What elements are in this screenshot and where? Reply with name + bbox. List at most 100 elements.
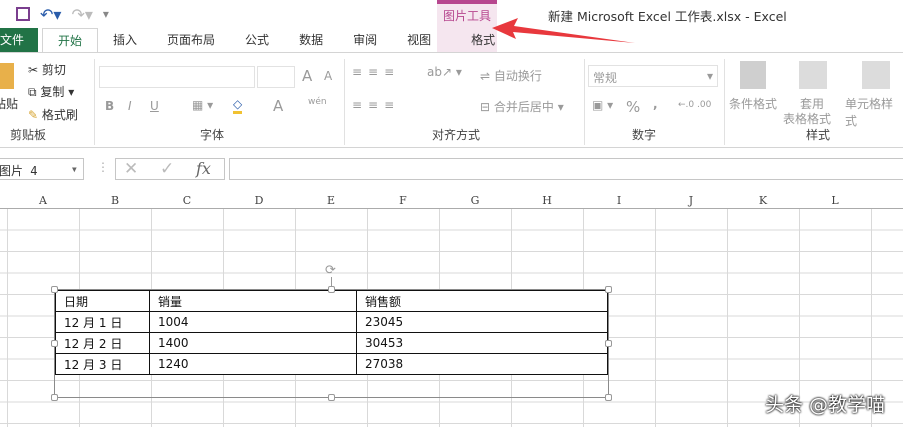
undo-icon[interactable]: ↶▾: [40, 5, 61, 24]
resize-handle[interactable]: [51, 394, 58, 401]
shrink-font-button[interactable]: A: [324, 69, 332, 83]
column-header[interactable]: G: [439, 194, 511, 207]
resize-handle[interactable]: [605, 340, 612, 347]
rotate-handle-icon[interactable]: ⟳: [325, 263, 336, 278]
cut-button[interactable]: ✂ 剪切: [28, 61, 66, 78]
resize-handle[interactable]: [51, 286, 58, 293]
phonetic-button[interactable]: wén: [308, 97, 327, 107]
font-size-dropdown[interactable]: [257, 66, 295, 88]
column-header[interactable]: D: [223, 194, 295, 207]
table-row: 12 月 2 日 1400 30453: [55, 332, 608, 354]
cell: 23045: [356, 311, 608, 333]
table-header-row: 日期 销量 销售额: [55, 290, 608, 312]
tab-page-layout[interactable]: 页面布局: [152, 28, 230, 53]
tab-format[interactable]: 格式: [456, 28, 510, 53]
merge-center-button[interactable]: ⊟ 合并后居中 ▾: [480, 98, 564, 115]
styles-group-label: 样式: [806, 128, 831, 142]
resize-handle[interactable]: [605, 394, 612, 401]
red-arrow-annotation: [492, 18, 635, 43]
bold-button[interactable]: B: [105, 99, 114, 113]
font-group-label: 字体: [200, 128, 225, 142]
conditional-format-button[interactable]: 条件格式: [729, 95, 777, 112]
table-row: 12 月 3 日 1240 27038: [55, 353, 608, 375]
paste-button[interactable]: 粘贴: [0, 95, 18, 112]
paste-icon: [0, 63, 14, 89]
copy-button[interactable]: ⧉ 复制 ▾: [28, 83, 74, 100]
scissors-icon: ✂: [28, 63, 39, 77]
formula-input[interactable]: [229, 158, 903, 180]
insert-function-button[interactable]: fx: [196, 159, 211, 178]
header-cell: 销售额: [356, 290, 608, 312]
resize-handle[interactable]: [605, 286, 612, 293]
tab-view[interactable]: 视图: [392, 28, 446, 53]
underline-button[interactable]: U: [150, 99, 159, 113]
table-format-button-line2[interactable]: 表格格式: [783, 110, 831, 127]
italic-button[interactable]: I: [128, 99, 132, 113]
cell: 1240: [149, 353, 357, 375]
cell-styles-button[interactable]: 单元格样式: [845, 95, 903, 129]
cell: 30453: [356, 332, 608, 354]
cell: 27038: [356, 353, 608, 375]
column-header[interactable]: I: [583, 194, 655, 207]
tab-review[interactable]: 审阅: [338, 28, 392, 53]
formula-bar-row: 图片 4 ▾ ⋮ ✕ ✓ fx: [0, 156, 903, 182]
cell-styles-icon: [862, 61, 890, 89]
column-headers: A B C D E F G H I J K L: [0, 193, 903, 209]
currency-button[interactable]: ▣ ▾: [592, 98, 613, 112]
resize-handle[interactable]: [328, 286, 335, 293]
context-group-label: 图片工具: [442, 9, 491, 23]
border-button[interactable]: ▦ ▾: [192, 98, 213, 112]
table-row: 12 月 1 日 1004 23045: [55, 311, 608, 333]
column-header[interactable]: J: [655, 194, 727, 207]
column-header[interactable]: F: [367, 194, 439, 207]
font-color-button[interactable]: A: [273, 97, 283, 115]
grow-font-button[interactable]: A: [302, 67, 312, 85]
alignment-group-label: 对齐方式: [432, 128, 481, 142]
cell: 12 月 2 日: [55, 332, 150, 354]
cell: 12 月 1 日: [55, 311, 150, 333]
comma-button[interactable]: ,: [653, 97, 658, 111]
picture-table: 日期 销量 销售额 12 月 1 日 1004 23045 12 月 2 日 1400 30…: [55, 290, 608, 375]
align-left-icons[interactable]: ≡≡≡: [352, 98, 400, 112]
redo-icon[interactable]: ↷▾: [71, 5, 92, 24]
column-header[interactable]: B: [79, 194, 151, 207]
brush-icon: ✎: [28, 108, 39, 122]
format-painter-button[interactable]: ✎ 格式刷: [28, 106, 78, 123]
align-top-icons[interactable]: ≡≡≡: [352, 65, 400, 79]
formula-buttons: ✕ ✓ fx: [115, 158, 225, 180]
font-name-dropdown[interactable]: [99, 66, 255, 88]
table-format-icon: [799, 61, 827, 89]
wrap-text-button[interactable]: ⇌ 自动换行: [480, 67, 542, 84]
column-header[interactable]: A: [7, 194, 79, 207]
tab-home[interactable]: 开始: [42, 28, 99, 53]
tab-insert[interactable]: 插入: [98, 28, 152, 53]
percent-button[interactable]: %: [626, 98, 640, 116]
tab-file[interactable]: 文件: [0, 28, 38, 53]
header-cell: 销量: [149, 290, 357, 312]
name-box[interactable]: 图片 4 ▾: [0, 158, 84, 180]
orientation-icon[interactable]: ab↗ ▾: [427, 65, 462, 79]
decimal-buttons[interactable]: ←.0 .00: [678, 100, 711, 110]
clipboard-group-label: 剪贴板: [10, 128, 47, 142]
column-header[interactable]: K: [727, 194, 799, 207]
cancel-icon[interactable]: ✕: [124, 159, 138, 179]
resize-handle[interactable]: [328, 394, 335, 401]
column-header[interactable]: C: [151, 194, 223, 207]
save-icon[interactable]: [16, 7, 30, 21]
resize-handle[interactable]: [51, 340, 58, 347]
drag-handle-icon[interactable]: ⋮: [97, 160, 109, 174]
header-cell: 日期: [55, 290, 150, 312]
enter-icon[interactable]: ✓: [160, 159, 174, 179]
conditional-format-icon: [740, 61, 766, 89]
number-format-dropdown[interactable]: 常规 ▾: [588, 65, 718, 87]
fill-color-button[interactable]: ◇: [233, 97, 243, 114]
column-header[interactable]: H: [511, 194, 583, 207]
copy-icon: ⧉: [28, 85, 37, 99]
tab-data[interactable]: 数据: [284, 28, 338, 53]
column-header[interactable]: L: [799, 194, 871, 207]
tab-formulas[interactable]: 公式: [230, 28, 284, 53]
ribbon-tabs: 文件 开始 插入 页面布局 公式 数据 审阅 视图 格式: [0, 28, 510, 53]
column-header[interactable]: E: [295, 194, 367, 207]
customize-qat-icon[interactable]: ▾: [103, 7, 109, 21]
cell: 1004: [149, 311, 357, 333]
